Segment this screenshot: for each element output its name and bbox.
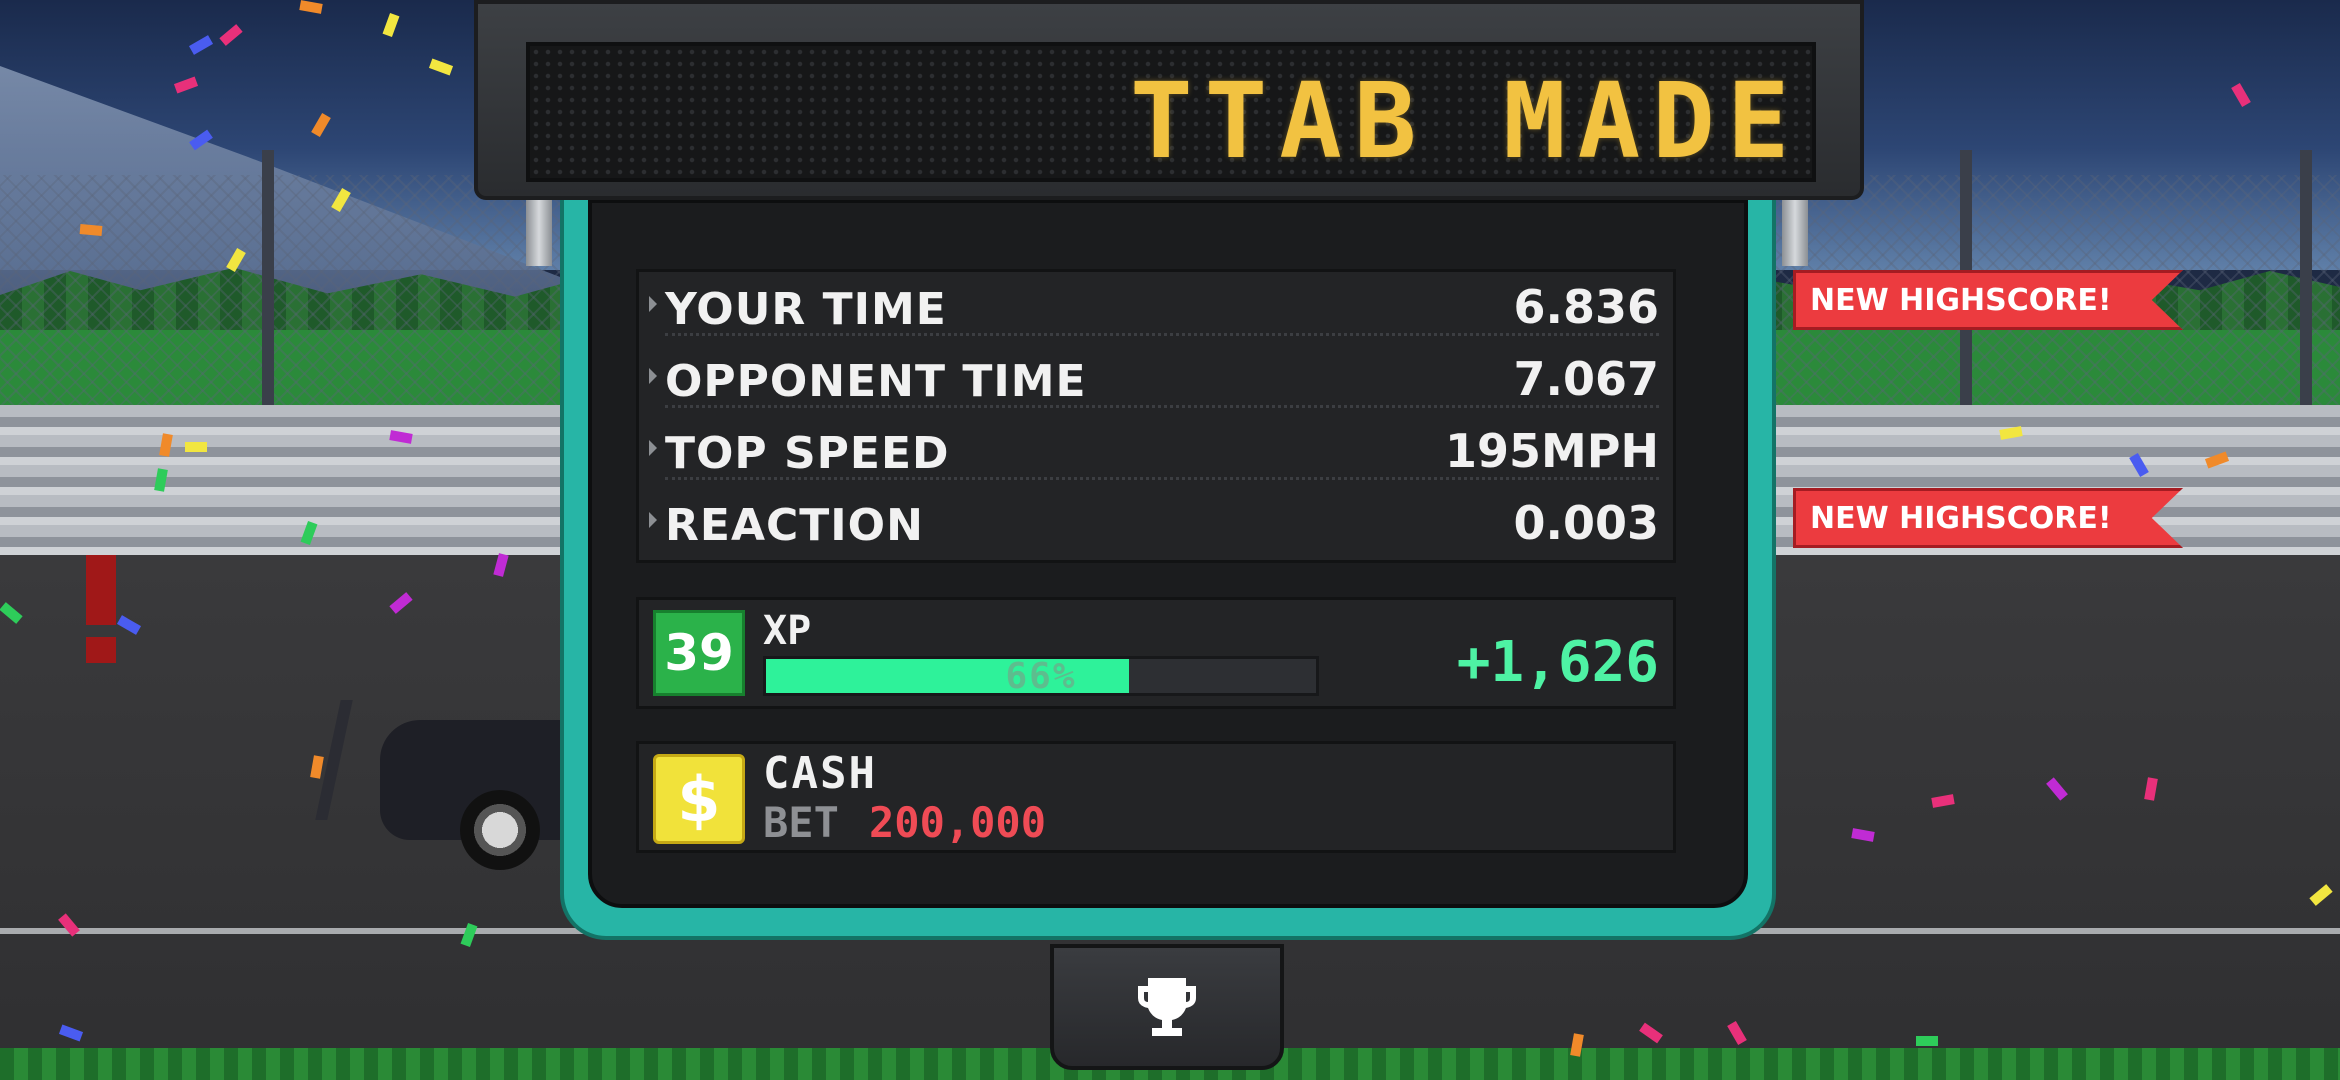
stat-row-opponent-time: OPPONENT TIME 7.067 [639, 344, 1673, 416]
highscore-ribbon-reaction: NEW HIGHSCORE! [1793, 488, 2183, 548]
fence-pole [2300, 150, 2312, 410]
stat-label: OPPONENT TIME [665, 356, 1087, 407]
bet-label: BET [763, 798, 839, 847]
dollar-icon: $ [653, 754, 745, 844]
car-wheel [460, 790, 540, 870]
xp-label: XP [763, 608, 812, 654]
highscore-ribbon-time: NEW HIGHSCORE! [1793, 270, 2183, 330]
stat-value: 0.003 [1513, 496, 1659, 550]
stat-label: TOP SPEED [665, 428, 950, 479]
confetti-piece [79, 224, 103, 236]
stat-row-reaction: REACTION 0.003 [639, 488, 1673, 560]
fence-pole [262, 150, 274, 410]
row-divider [665, 477, 1659, 480]
results-panel-inner: YOUR TIME 6.836 OPPONENT TIME 7.067 TOP … [588, 199, 1748, 908]
trophy-icon [1138, 978, 1196, 1036]
stat-row-top-speed: TOP SPEED 195MPH [639, 416, 1673, 488]
stat-row-your-time: YOUR TIME 6.836 [639, 272, 1673, 344]
xp-progress-bar: 66% [763, 655, 1319, 697]
sign-post [1782, 196, 1808, 266]
row-arrow-icon [649, 296, 657, 312]
cash-label: CASH [763, 748, 877, 799]
row-divider [665, 405, 1659, 408]
cash-section: $ CASH BET 200,000 [636, 741, 1676, 853]
xp-gain: +1,626 [1456, 630, 1659, 695]
race-stats-table: YOUR TIME 6.836 OPPONENT TIME 7.067 TOP … [636, 269, 1676, 563]
row-arrow-icon [649, 440, 657, 456]
marquee-text: TTAB MADE I [1130, 60, 1812, 182]
row-divider [665, 333, 1659, 336]
confetti-piece [185, 442, 207, 452]
row-arrow-icon [649, 368, 657, 384]
exclamation-icon [86, 555, 116, 665]
race-results-panel: YOUR TIME 6.836 OPPONENT TIME 7.067 TOP … [560, 195, 1776, 940]
level-badge: 39 [653, 610, 745, 696]
stat-label: REACTION [665, 500, 924, 551]
stat-label: YOUR TIME [665, 284, 947, 335]
stat-value: 195MPH [1444, 424, 1659, 478]
led-screen: TTAB MADE I [526, 42, 1816, 182]
confetti-piece [1916, 1036, 1938, 1046]
row-arrow-icon [649, 512, 657, 528]
stat-value: 7.067 [1513, 352, 1659, 406]
xp-progress-text: 66% [1005, 655, 1077, 697]
led-marquee-sign: TTAB MADE I [474, 0, 1864, 200]
player-car [315, 700, 600, 880]
xp-section: 39 XP 66% +1,626 [636, 597, 1676, 709]
trophy-button[interactable] [1050, 944, 1284, 1070]
stat-value: 6.836 [1513, 280, 1659, 334]
sign-post [526, 196, 552, 266]
bet-value: 200,000 [869, 798, 1047, 847]
